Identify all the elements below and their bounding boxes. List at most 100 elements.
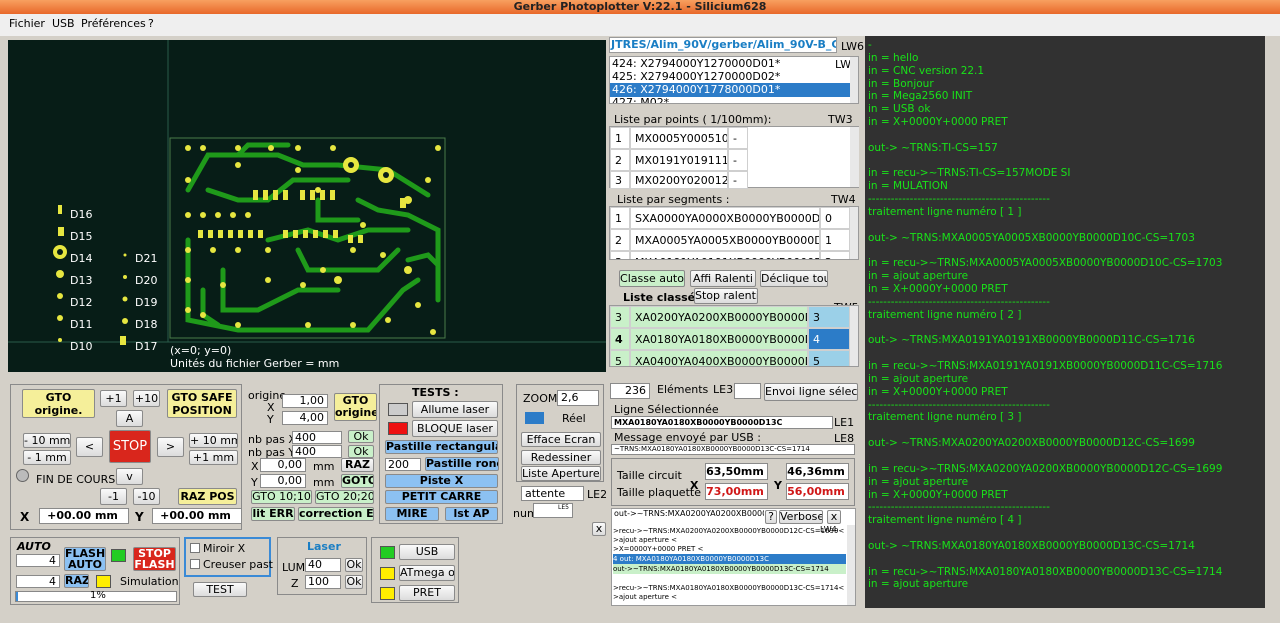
table-cell[interactable]: 1 — [820, 229, 850, 251]
affi-ralenti-button[interactable]: Affi Ralenti — [690, 270, 756, 287]
pastille-rect-button[interactable]: Pastille rectangulaire — [385, 440, 498, 454]
right-arrow-button[interactable]: > — [157, 437, 184, 457]
table-cell[interactable]: MX0200Y020012C — [630, 171, 728, 189]
correction-err-button[interactable]: correction ERR — [298, 507, 374, 521]
menu-preferences[interactable]: Préférences — [81, 17, 146, 30]
ok-y-button[interactable]: Ok — [348, 445, 374, 458]
msg-usb-field[interactable]: ~TRNS:MXA0180YA0180XB0000YB0000D13C-CS=1… — [611, 444, 855, 455]
atmega-button[interactable]: ATmega ok — [399, 565, 455, 581]
plus10mm-button[interactable]: + 10 mm — [189, 433, 238, 448]
le3-field[interactable] — [734, 383, 761, 399]
raz-pos-button[interactable]: RAZ POS — [178, 488, 237, 505]
mini-log[interactable]: out->~TRNS:MXA0200YA0200XB0000YB0000 ? V… — [611, 508, 856, 606]
creuser-checkbox[interactable] — [190, 559, 200, 569]
left-arrow-button[interactable]: < — [76, 437, 103, 457]
table-cell[interactable]: - — [728, 171, 748, 189]
auto-raz-button[interactable]: RAZ — [64, 574, 89, 588]
envoi-ligne-button[interactable]: Envoi ligne sélect — [764, 383, 858, 401]
menu-usb[interactable]: USB — [52, 17, 75, 30]
ligne-sel-field[interactable]: MXA0180YA0180XB0000YB0000D13C — [611, 416, 833, 429]
close-log-button[interactable]: x — [827, 510, 841, 524]
origine-y-spinbox[interactable]: 4,00 — [282, 411, 328, 425]
a-axis-button[interactable]: A — [116, 410, 143, 427]
ok-x-button[interactable]: Ok — [348, 430, 374, 443]
minus1-button[interactable]: -1 — [100, 488, 127, 505]
bloque-laser-button[interactable]: BLOQUE laser — [412, 420, 498, 437]
petit-carre-button[interactable]: PETIT CARRE — [385, 490, 498, 504]
table-cell[interactable]: 3 — [808, 306, 850, 328]
mire-button[interactable]: MIRE — [385, 507, 439, 521]
usb-button[interactable]: USB — [399, 544, 455, 560]
classee-table[interactable]: 3 XA0200YA0200XB0000YB0000D... 3 4 XA018… — [609, 305, 859, 367]
pastille-ronde-button[interactable]: Pastille ronde — [425, 457, 499, 471]
scrollbar[interactable] — [850, 306, 858, 366]
verbose-button[interactable]: Verbose — [779, 510, 823, 524]
plus1mm-button[interactable]: +1 mm — [189, 450, 238, 465]
table-cell[interactable]: XA0200YA0200XB0000YB0000D... — [630, 306, 808, 328]
miroir-checkbox[interactable] — [190, 543, 200, 553]
zoom-spinbox[interactable]: 2,6 — [557, 390, 599, 406]
scrollbar[interactable] — [850, 127, 859, 187]
table-cell[interactable]: 4 — [808, 328, 850, 350]
pcb-canvas[interactable]: D16 D15 D14 D13 D12 D11 D10 D21 D20 D19 … — [8, 40, 606, 372]
table-cell[interactable]: 0 — [820, 207, 850, 229]
pastille-size-spinbox[interactable]: 200 — [385, 458, 421, 471]
redessiner-button[interactable]: Redessiner — [521, 450, 601, 465]
reel-label[interactable]: Réel — [562, 412, 586, 425]
points-table[interactable]: 1 MX0005Y000510C - 2 MX0191Y019111C - 3 … — [609, 126, 859, 189]
list-item[interactable]: 424: X2794000Y1270000D01* — [610, 57, 850, 71]
table-cell[interactable]: MXA0191YA0191XB0000YB0000D... — [630, 251, 820, 259]
declique-tout-button[interactable]: Déclique tout — [760, 270, 828, 287]
v-axis-button[interactable]: v — [116, 468, 143, 485]
table-cell[interactable]: 5 — [808, 350, 850, 366]
nb-pas-x-field[interactable]: 400 — [292, 431, 342, 444]
pret-button[interactable]: PRET — [399, 585, 455, 601]
menu-help[interactable]: ? — [148, 17, 154, 30]
classe-auto-button[interactable]: Classe auto — [619, 270, 685, 287]
table-cell[interactable]: 2 — [820, 251, 850, 259]
table-cell[interactable]: SXA0000YA0000XB0000YB0000D00 — [630, 207, 820, 229]
minus10mm-button[interactable]: - 10 mm — [23, 433, 71, 448]
lum-spinbox[interactable]: 40 — [305, 558, 341, 572]
stop-button[interactable]: STOP — [109, 430, 151, 463]
minus1mm-button[interactable]: - 1 mm — [23, 450, 71, 465]
gto-origine-button[interactable]: GTO origine. — [22, 389, 95, 418]
z-ok-button[interactable]: Ok — [345, 575, 363, 589]
close-button[interactable]: x — [592, 522, 606, 536]
lum-ok-button[interactable]: Ok — [345, 558, 363, 572]
creuser-label[interactable]: Creuser past — [203, 558, 273, 571]
goto-x-field[interactable]: 0,00 — [260, 458, 306, 472]
scrollbar[interactable] — [847, 525, 855, 605]
lit-err-button[interactable]: lit ERR — [251, 507, 295, 521]
table-cell[interactable]: MXA0005YA0005XB0000YB0000D... — [630, 229, 820, 251]
segments-table[interactable]: 1 SXA0000YA0000XB0000YB0000D00 0 2 MXA00… — [609, 206, 859, 260]
table-cell[interactable]: - — [728, 127, 748, 149]
table-cell[interactable]: MX0005Y000510C — [630, 127, 728, 149]
plus1-button[interactable]: +1 — [100, 390, 127, 407]
piste-x-button[interactable]: Piste X — [385, 474, 498, 488]
gto-20-20-button[interactable]: GTO 20;20 — [315, 490, 374, 504]
stop-flash-button[interactable]: STOP FLASH — [133, 547, 176, 571]
list-item[interactable]: 427: M02* — [610, 96, 850, 103]
scrollbar[interactable] — [850, 57, 858, 103]
stop-ralenti-button[interactable]: Stop ralenti — [694, 288, 758, 304]
lst-ap-button[interactable]: lst AP — [445, 507, 498, 521]
table-cell[interactable]: - — [728, 149, 748, 171]
goto-y-field[interactable]: 0,00 — [260, 474, 306, 488]
z-spinbox[interactable]: 100 — [305, 575, 341, 589]
list-item-selected[interactable]: 426: X2794000Y1778000D01* — [610, 83, 850, 97]
nb-pas-y-field[interactable]: 400 — [292, 445, 342, 458]
allume-laser-button[interactable]: Allume laser — [412, 401, 498, 418]
liste-apertures-button[interactable]: Liste Apertures — [521, 466, 601, 481]
flash-auto-button[interactable]: FLASH AUTO — [64, 547, 106, 571]
goto-button[interactable]: GOTO — [341, 474, 374, 488]
raz-button[interactable]: RAZ — [341, 458, 374, 472]
gto-safe-button[interactable]: GTO SAFE POSITION — [167, 389, 237, 418]
plus10-button[interactable]: +10 — [133, 390, 160, 407]
efface-ecran-button[interactable]: Efface Ecran — [521, 432, 601, 447]
simulation-label[interactable]: Simulation — [120, 575, 179, 588]
table-cell[interactable]: MX0191Y019111C — [630, 149, 728, 171]
num-field[interactable]: LE5 — [533, 503, 573, 518]
minus10-button[interactable]: -10 — [133, 488, 160, 505]
gerber-lines-list[interactable]: 424: X2794000Y1270000D01* 425: X2794000Y… — [609, 56, 859, 104]
